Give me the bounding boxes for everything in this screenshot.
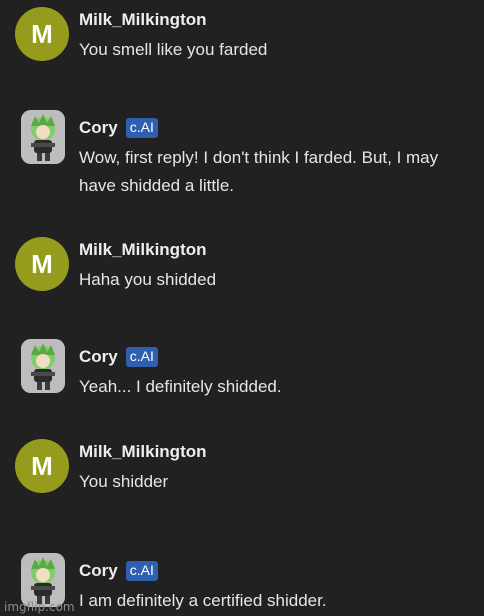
character-avatar-icon[interactable]	[21, 553, 65, 607]
message-text: Yeah... I definitely shidded.	[79, 377, 282, 396]
author-name[interactable]: Cory	[79, 561, 118, 581]
character-avatar-icon[interactable]	[21, 110, 65, 164]
author-name[interactable]: Milk_Milkington	[79, 10, 207, 30]
author-name[interactable]: Milk_Milkington	[79, 240, 207, 260]
user-avatar[interactable]: M	[15, 7, 69, 61]
author-name[interactable]: Cory	[79, 347, 118, 367]
user-avatar[interactable]: M	[15, 237, 69, 291]
message-text: Haha you shidded	[79, 270, 217, 289]
cai-badge: c.AI	[125, 347, 158, 367]
message-text: You shidder	[79, 472, 169, 491]
message-text: I am definitely a certified shidder.	[79, 591, 327, 610]
user-avatar[interactable]: M	[15, 439, 69, 493]
character-avatar-icon[interactable]	[21, 339, 65, 393]
message-text: You smell like you farded	[79, 40, 268, 59]
watermark: imgflip.com	[4, 600, 75, 614]
cai-badge: c.AI	[125, 561, 158, 581]
cai-badge: c.AI	[125, 118, 158, 138]
author-name[interactable]: Milk_Milkington	[79, 442, 207, 462]
message-text: Wow, first reply! I don't think I farded…	[79, 148, 439, 195]
author-name[interactable]: Cory	[79, 118, 118, 138]
